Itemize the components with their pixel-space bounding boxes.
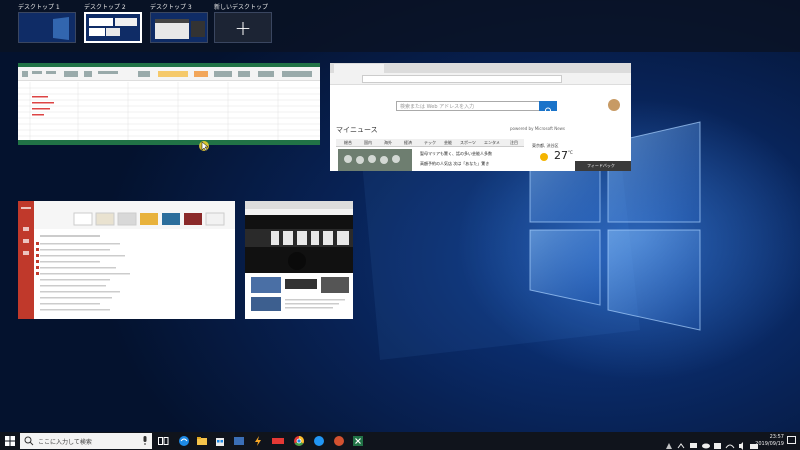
desktop-2-thumbnail[interactable] [84, 12, 142, 43]
excel-window-thumbnail[interactable] [18, 63, 320, 145]
edge-tab[interactable] [334, 64, 384, 73]
desktop-1[interactable]: デスクトップ 1 [18, 3, 76, 43]
edge-search-button[interactable] [539, 101, 557, 115]
news-tabs: 総合 国内 海外 経済 テック 芸能 スポーツ エンタメ 注目 [336, 139, 524, 147]
desktop-1-label: デスクトップ 1 [18, 4, 60, 11]
action-center-icon[interactable] [787, 436, 796, 445]
monitor-icon [714, 443, 721, 449]
file-explorer-icon[interactable] [196, 435, 208, 447]
excel-grid [18, 82, 320, 140]
desktop-2-label: デスクトップ 2 [84, 4, 126, 11]
edge-addressbar [330, 73, 631, 85]
wifi-icon [725, 444, 735, 449]
powerpoint-recent-list [34, 229, 235, 319]
news-header: マイニュース [336, 126, 378, 134]
news-tab[interactable]: 芸能 [444, 140, 452, 146]
clock-date: 2019/09/19 [755, 441, 784, 447]
new-desktop[interactable]: 新しいデスクトップ + [214, 3, 272, 43]
desktop-3-label: デスクトップ 3 [150, 4, 192, 11]
clock-time: 23:57 [769, 434, 784, 440]
website-hero [245, 215, 353, 273]
excel-icon[interactable] [352, 435, 364, 447]
new-desktop-label: 新しいデスクトップ [214, 4, 269, 11]
new-desktop-button[interactable]: + [214, 12, 272, 43]
powerpoint-icon[interactable] [333, 435, 345, 447]
powerpoint-templates [34, 201, 235, 229]
edge-window-thumbnail[interactable]: 検索または Web アドレスを入力 マイニュース powered by Micr… [330, 63, 631, 171]
news-tab[interactable]: 国内 [364, 140, 372, 146]
virtual-desktop-strip: デスクトップ 1 デスクトップ 2 デスクトップ 3 新しいデスクトップ + [0, 0, 800, 52]
edge-search-field[interactable]: 検索または Web アドレスを入力 [396, 101, 548, 111]
website-articles [245, 273, 353, 319]
edge-icon[interactable] [178, 435, 190, 447]
taskbar-clock[interactable]: 23:57 2019/09/19 [755, 434, 784, 448]
news-tab[interactable]: 海外 [384, 140, 392, 146]
weather-temp: 27 [554, 149, 568, 162]
weather-unit: °C [568, 150, 573, 155]
browser-tabbar [245, 201, 353, 209]
chevron-up-icon [677, 443, 685, 449]
powered-by: powered by Microsoft News [510, 126, 566, 131]
sun-icon [540, 153, 548, 161]
headline[interactable]: 聖母マリアも驚く、話の多い芸能人多数 [420, 151, 492, 157]
taskbar-search[interactable]: ここに入力して検索 [20, 433, 152, 449]
headline[interactable]: 高額予約の人気店 次は「あなた」驚き [420, 161, 489, 167]
edge-search-placeholder: 検索または Web アドレスを入力 [400, 104, 475, 110]
news-tab[interactable]: 注目 [510, 140, 518, 146]
cursor-icon [199, 141, 209, 152]
system-tray [664, 436, 764, 450]
taskbar-search-placeholder: ここに入力して検索 [38, 438, 92, 446]
news-tab[interactable]: 経済 [404, 140, 412, 146]
people-icon [666, 443, 672, 449]
chrome-icon[interactable] [293, 435, 305, 447]
store-icon[interactable] [214, 435, 226, 447]
edge-address-field[interactable] [362, 75, 562, 83]
feedback-button[interactable]: フィードバック [575, 161, 631, 171]
globe-icon[interactable] [313, 435, 325, 447]
desktop-3-thumbnail[interactable] [150, 12, 208, 43]
red-app-icon[interactable] [272, 435, 284, 447]
task-view-icon[interactable] [157, 435, 169, 447]
avatar[interactable] [608, 99, 620, 111]
news-image [338, 149, 412, 171]
powerpoint-window-thumbnail[interactable] [18, 201, 235, 319]
volume-icon [739, 442, 743, 450]
desktop-3[interactable]: デスクトップ 3 [150, 3, 208, 43]
windows-start-icon[interactable] [4, 435, 16, 447]
news-tab[interactable]: テック [424, 140, 436, 146]
desktop-2[interactable]: デスクトップ 2 [84, 3, 142, 43]
news-tab[interactable]: スポーツ [460, 140, 476, 146]
excel-statusbar [18, 140, 320, 145]
app-icon[interactable] [233, 435, 245, 447]
display-icon [690, 443, 697, 448]
microphone-icon[interactable] [142, 436, 148, 446]
taskbar: ここに入力して検索 23:57 2019/09/19 [0, 432, 800, 450]
desktop-1-thumbnail[interactable] [18, 12, 76, 43]
powerpoint-sidebar [18, 201, 34, 319]
news-tab[interactable]: エンタメ [484, 140, 500, 146]
news-tab[interactable]: 総合 [344, 140, 352, 146]
cloud-icon [702, 443, 710, 449]
edge-tabbar [330, 63, 631, 73]
feedback-label: フィードバック [587, 163, 615, 168]
search-icon [545, 107, 553, 115]
lightning-icon[interactable] [252, 435, 264, 447]
search-icon [24, 436, 34, 446]
browser-window-thumbnail[interactable] [245, 201, 353, 319]
excel-ribbon [18, 67, 320, 81]
plus-icon: + [234, 15, 252, 40]
